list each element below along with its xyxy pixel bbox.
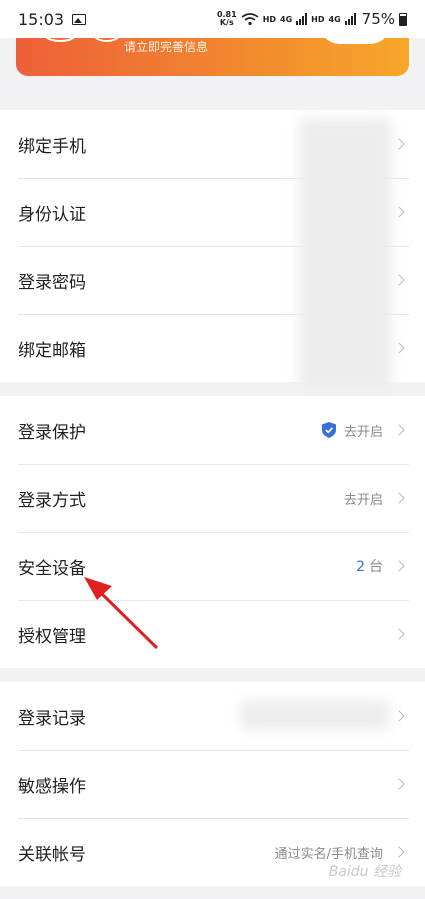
- chevron-right-icon: [393, 778, 405, 790]
- row-sensitive-operations[interactable]: 敏感操作: [0, 750, 425, 818]
- row-label: 登录方式: [18, 490, 86, 511]
- row-label: 授权管理: [18, 626, 86, 647]
- row-label: 敏感操作: [18, 776, 86, 797]
- linked-accounts-hint: 通过实名/手机查询: [274, 846, 383, 862]
- login-security-section: 登录保护 去开启 登录方式 去开启 安全设备 2台 授权管理: [0, 396, 425, 668]
- battery-icon: [399, 12, 407, 26]
- status-indicators: 0.81 K/s HD 4G HD 4G 75%: [217, 10, 407, 28]
- signal-icon-1: [296, 13, 308, 25]
- login-protection-status: 去开启: [343, 424, 383, 440]
- chevron-right-icon: [393, 560, 405, 572]
- row-login-method[interactable]: 登录方式 去开启: [0, 464, 425, 532]
- chevron-right-icon: [393, 138, 405, 150]
- 4g-label-2: 4G: [328, 14, 341, 24]
- redacted-login-record: [240, 700, 390, 730]
- chevron-right-icon: [393, 492, 405, 504]
- image-notification-icon: [72, 13, 87, 25]
- row-label: 安全设备: [18, 558, 86, 579]
- status-time: 15:03: [18, 9, 65, 29]
- row-label: 绑定手机: [18, 136, 86, 157]
- row-label: 登录记录: [18, 708, 86, 729]
- chevron-right-icon: [393, 628, 405, 640]
- network-speed: 0.81 K/s: [216, 10, 237, 27]
- chevron-right-icon: [393, 846, 405, 858]
- 4g-label-1: 4G: [280, 14, 293, 24]
- row-label: 绑定邮箱: [18, 340, 86, 361]
- row-label: 登录保护: [18, 422, 86, 443]
- chevron-right-icon: [393, 206, 405, 218]
- shield-check-icon: [321, 422, 336, 438]
- redacted-values: [298, 118, 392, 390]
- row-secure-devices[interactable]: 安全设备 2台: [0, 532, 425, 600]
- signal-icon-2: [344, 13, 356, 25]
- chevron-right-icon: [393, 424, 405, 436]
- row-label: 关联帐号: [18, 844, 86, 865]
- row-login-protection[interactable]: 登录保护 去开启: [0, 396, 425, 464]
- hd-label-1: HD: [262, 14, 277, 24]
- secure-devices-count: 2台: [356, 559, 383, 575]
- wifi-icon: [241, 12, 259, 25]
- row-label: 登录密码: [18, 272, 86, 293]
- chevron-right-icon: [393, 710, 405, 722]
- row-label: 身份认证: [18, 204, 86, 225]
- battery-percent: 75%: [361, 10, 395, 28]
- chevron-right-icon: [393, 342, 405, 354]
- banner-subtitle: 请立即完善信息: [124, 40, 209, 54]
- row-authorization-management[interactable]: 授权管理: [0, 600, 425, 668]
- watermark: Baidu 经验: [328, 864, 401, 880]
- status-bar: 15:03 0.81 K/s HD 4G HD 4G 75%: [0, 0, 425, 38]
- login-method-status: 去开启: [343, 492, 383, 508]
- hd-label-2: HD: [311, 14, 325, 24]
- chevron-right-icon: [393, 274, 405, 286]
